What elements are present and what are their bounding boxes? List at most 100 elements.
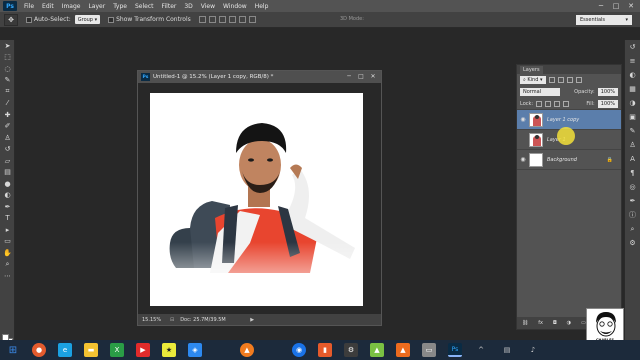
add-mask-icon[interactable]: ◘ (553, 320, 557, 326)
layer-style-icon[interactable]: fx (538, 320, 543, 326)
layers-tab[interactable]: Layers (517, 65, 621, 74)
align-middle-icon[interactable] (208, 16, 216, 23)
system-tray-icon[interactable]: ^ (474, 343, 488, 357)
settings-icon[interactable]: ⚙ (344, 343, 358, 357)
auto-select-dropdown[interactable]: Group ▾ (74, 15, 101, 24)
blank-icon[interactable] (214, 343, 228, 357)
gray-app-icon[interactable]: ▭ (422, 343, 436, 357)
doc-minimize-icon[interactable]: ─ (344, 72, 354, 81)
paragraph-panel-icon[interactable]: ¶ (625, 166, 640, 180)
minimize-icon[interactable]: ─ (594, 1, 608, 11)
zoom-level[interactable]: 15.15% (142, 317, 164, 323)
marquee-tool-icon[interactable]: ⬚ (0, 52, 15, 64)
clone-stamp-tool-icon[interactable]: ♙ (0, 132, 15, 144)
lasso-tool-icon[interactable]: ◌ (0, 63, 15, 75)
filter-type-icon[interactable] (566, 77, 573, 83)
move-tool-preset-icon[interactable]: ✥ (4, 13, 18, 26)
fill-field[interactable]: 100% (597, 99, 618, 108)
excel-icon[interactable]: X (110, 343, 124, 357)
clone-source-panel-icon[interactable]: ♙ (625, 138, 640, 152)
doc-close-icon[interactable]: ✕ (368, 72, 378, 81)
info-panel-icon[interactable]: ⓘ (625, 208, 640, 222)
gradient-tool-icon[interactable]: ▤ (0, 167, 15, 179)
history-brush-tool-icon[interactable]: ↺ (0, 144, 15, 156)
lock-image-icon[interactable] (545, 100, 552, 107)
menu-view[interactable]: View (197, 3, 219, 10)
pen-tool-icon[interactable]: ✒ (0, 201, 15, 213)
workspace-dropdown[interactable]: Essentials ▾ (576, 15, 632, 25)
dodge-tool-icon[interactable]: ◐ (0, 190, 15, 202)
tool-presets-icon[interactable]: ⚙ (625, 236, 640, 250)
channels-panel-icon[interactable]: ◎ (625, 180, 640, 194)
navigator-panel-icon[interactable]: ⌕ (625, 222, 640, 236)
vlc-icon[interactable]: ▲ (240, 343, 254, 357)
path-selection-tool-icon[interactable]: ▸ (0, 224, 15, 236)
move-tool-icon[interactable]: ➤ (0, 40, 15, 52)
kind-filter-dropdown[interactable]: ⌕ Kind ▾ (520, 76, 546, 84)
align-top-icon[interactable] (198, 16, 206, 23)
align-left-icon[interactable] (228, 16, 236, 23)
menu-select[interactable]: Select (131, 3, 158, 10)
orange-app-icon[interactable]: ▮ (318, 343, 332, 357)
vlc-player-icon[interactable]: ▲ (396, 343, 410, 357)
history-panel-icon[interactable]: ↺ (625, 40, 640, 54)
photoshop-taskbar-icon[interactable]: Ps (448, 343, 462, 357)
file-explorer-icon[interactable]: ▬ (84, 343, 98, 357)
windows-start-icon[interactable]: ⊞ (6, 343, 20, 357)
menu-type[interactable]: Type (109, 3, 131, 10)
visibility-eye-icon[interactable]: ◉ (517, 156, 529, 163)
filter-adjustment-icon[interactable] (557, 77, 564, 83)
edge-icon[interactable]: e (58, 343, 72, 357)
transform-controls-checkbox[interactable] (108, 16, 115, 23)
paths-panel-icon[interactable]: ✒ (625, 194, 640, 208)
adjustments-panel-icon[interactable]: ◑ (625, 96, 640, 110)
styles-panel-icon[interactable]: ▣ (625, 110, 640, 124)
visibility-eye-icon[interactable]: ◉ (517, 116, 529, 123)
eraser-tool-icon[interactable]: ▱ (0, 155, 15, 167)
align-right-icon[interactable] (248, 16, 256, 23)
menu-filter[interactable]: Filter (158, 3, 181, 10)
rectangle-tool-icon[interactable]: ▭ (0, 236, 15, 248)
more-tools-icon[interactable]: ⋯ (0, 270, 15, 282)
status-menu-icon[interactable]: ⊟ (170, 317, 174, 323)
color-panel-icon[interactable]: ◐ (625, 68, 640, 82)
brush-tool-icon[interactable]: ✐ (0, 121, 15, 133)
character-panel-icon[interactable]: A (625, 152, 640, 166)
healing-brush-tool-icon[interactable]: ✚ (0, 109, 15, 121)
network-icon[interactable]: ▤ (500, 343, 514, 357)
blur-tool-icon[interactable]: ● (0, 178, 15, 190)
hand-tool-icon[interactable]: ✋ (0, 247, 15, 259)
app-icon[interactable]: ★ (162, 343, 176, 357)
edge-browser-icon[interactable]: ◉ (292, 343, 306, 357)
document-title-bar[interactable]: Ps Untitled-1 @ 15.2% (Layer 1 copy, RGB… (138, 71, 381, 83)
brush-panel-icon[interactable]: ✎ (625, 124, 640, 138)
link-layers-icon[interactable]: ⛓ (522, 320, 528, 326)
crop-tool-icon[interactable]: ⌗ (0, 86, 15, 98)
green-app-icon[interactable]: ▲ (370, 343, 384, 357)
menu-file[interactable]: File (20, 3, 38, 10)
menu-edit[interactable]: Edit (38, 3, 58, 10)
zoom-tool-icon[interactable]: ⌕ (0, 259, 15, 271)
canvas[interactable] (150, 93, 363, 306)
properties-panel-icon[interactable]: ≡ (625, 54, 640, 68)
adjustment-layer-icon[interactable]: ◑ (567, 320, 571, 326)
opacity-field[interactable]: 100% (597, 88, 618, 96)
eyedropper-tool-icon[interactable]: ⁄ (0, 98, 15, 110)
menu-window[interactable]: Window (219, 3, 251, 10)
close-icon[interactable]: ✕ (624, 1, 638, 11)
maximize-icon[interactable]: □ (609, 1, 623, 11)
firefox-icon[interactable]: ● (32, 343, 46, 357)
volume-icon[interactable]: ♪ (526, 343, 540, 357)
lock-all-icon[interactable] (563, 100, 570, 107)
new-group-icon[interactable]: ▭ (581, 320, 586, 326)
menu-3d[interactable]: 3D (180, 3, 196, 10)
lock-position-icon[interactable] (554, 100, 561, 107)
blend-mode-dropdown[interactable]: Normal (520, 88, 560, 96)
blank-icon-2[interactable] (266, 343, 280, 357)
menu-layer[interactable]: Layer (84, 3, 109, 10)
media-icon[interactable]: ▶ (136, 343, 150, 357)
filter-shape-icon[interactable] (575, 77, 582, 83)
doc-maximize-icon[interactable]: □ (356, 72, 366, 81)
menu-image[interactable]: Image (58, 3, 85, 10)
quick-select-tool-icon[interactable]: ✎ (0, 75, 15, 87)
